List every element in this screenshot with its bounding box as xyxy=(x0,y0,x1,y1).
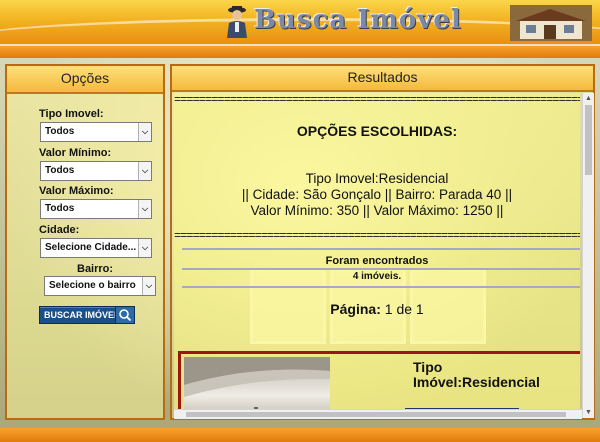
person-icon xyxy=(227,6,247,38)
divider xyxy=(182,248,580,250)
valor-maximo-label: Valor Máximo: xyxy=(39,185,114,197)
options-heading: OPÇÕES ESCOLHIDAS: xyxy=(296,123,458,139)
chevron-down-icon[interactable]: ⌵ xyxy=(142,277,155,295)
property-card[interactable]: Tipo Imóvel:Residencial xyxy=(178,351,580,418)
bairro-select[interactable]: Selecione o bairro ⌵ xyxy=(44,276,156,296)
site-header: Busca Imóvel xyxy=(0,0,600,44)
results-title: Resultados xyxy=(172,66,593,92)
chevron-down-icon[interactable]: ⌵ xyxy=(138,239,151,257)
valor-minimo-select[interactable]: Todos ⌵ xyxy=(40,161,152,181)
chevron-down-icon[interactable]: ⌵ xyxy=(138,162,151,180)
tipo-imovel-select[interactable]: Todos ⌵ xyxy=(40,122,152,142)
valor-minimo-value: Todos xyxy=(45,165,75,176)
valor-minimo-label: Valor Mínimo: xyxy=(39,147,112,159)
bairro-label: Bairro: xyxy=(77,263,114,275)
pagination: Página: 1 de 1 xyxy=(174,301,580,317)
scroll-up-icon[interactable]: ▲ xyxy=(583,93,594,104)
found-count: 4 imóveis. xyxy=(352,271,402,282)
scroll-thumb[interactable] xyxy=(186,412,566,417)
cidade-label: Cidade: xyxy=(39,224,80,236)
tipo-imovel-value: Todos xyxy=(45,126,75,137)
buscar-imoveis-label: BUSCAR IMÓVEIS xyxy=(44,310,123,320)
divider xyxy=(182,286,580,288)
property-type-line1: Tipo xyxy=(413,359,443,375)
separator-line: ========================================… xyxy=(174,231,580,241)
chevron-down-icon[interactable]: ⌵ xyxy=(138,200,151,218)
results-panel: Resultados =============================… xyxy=(170,64,595,420)
tipo-imovel-label: Tipo Imovel: xyxy=(39,108,104,120)
scroll-down-icon[interactable]: ▼ xyxy=(583,407,594,418)
divider xyxy=(182,268,580,270)
horizontal-scrollbar[interactable] xyxy=(174,409,582,419)
found-text: Foram encontrados xyxy=(325,255,429,267)
valor-maximo-select[interactable]: Todos ⌵ xyxy=(40,199,152,219)
property-type[interactable]: Tipo Imóvel:Residencial xyxy=(413,360,540,390)
house-icon xyxy=(510,5,592,41)
cidade-select[interactable]: Selecione Cidade... ⌵ xyxy=(40,238,152,258)
options-panel: Opções Tipo Imovel: Todos ⌵ Valor Mínimo… xyxy=(5,64,165,420)
property-type-line2: Imóvel:Residencial xyxy=(413,374,540,390)
chevron-down-icon[interactable]: ⌵ xyxy=(138,123,151,141)
buscar-imoveis-button[interactable]: BUSCAR IMÓVEIS xyxy=(39,306,135,324)
page-label: Página: xyxy=(330,301,381,317)
magnifier-icon xyxy=(115,307,134,323)
results-content: ========================================… xyxy=(174,93,580,418)
valor-maximo-value: Todos xyxy=(45,203,75,214)
separator-line: ========================================… xyxy=(174,95,580,105)
results-scroll-area[interactable]: ========================================… xyxy=(174,93,580,418)
header-bar xyxy=(0,46,600,58)
options-price-range: Valor Mínimo: 350 || Valor Máximo: 1250 … xyxy=(250,203,504,218)
logo-text[interactable]: Busca Imóvel xyxy=(254,5,462,35)
vertical-scrollbar[interactable]: ▲ ▼ xyxy=(582,93,594,418)
footer-bar xyxy=(0,428,600,442)
page-value: 1 de 1 xyxy=(384,301,424,317)
options-title: Opções xyxy=(7,66,163,94)
bairro-value: Selecione o bairro xyxy=(49,280,136,291)
cidade-value: Selecione Cidade... xyxy=(45,242,137,253)
options-location: || Cidade: São Gonçalo || Bairro: Parada… xyxy=(241,187,513,202)
options-type: Tipo Imovel:Residencial xyxy=(305,171,449,186)
scroll-thumb[interactable] xyxy=(585,105,592,175)
